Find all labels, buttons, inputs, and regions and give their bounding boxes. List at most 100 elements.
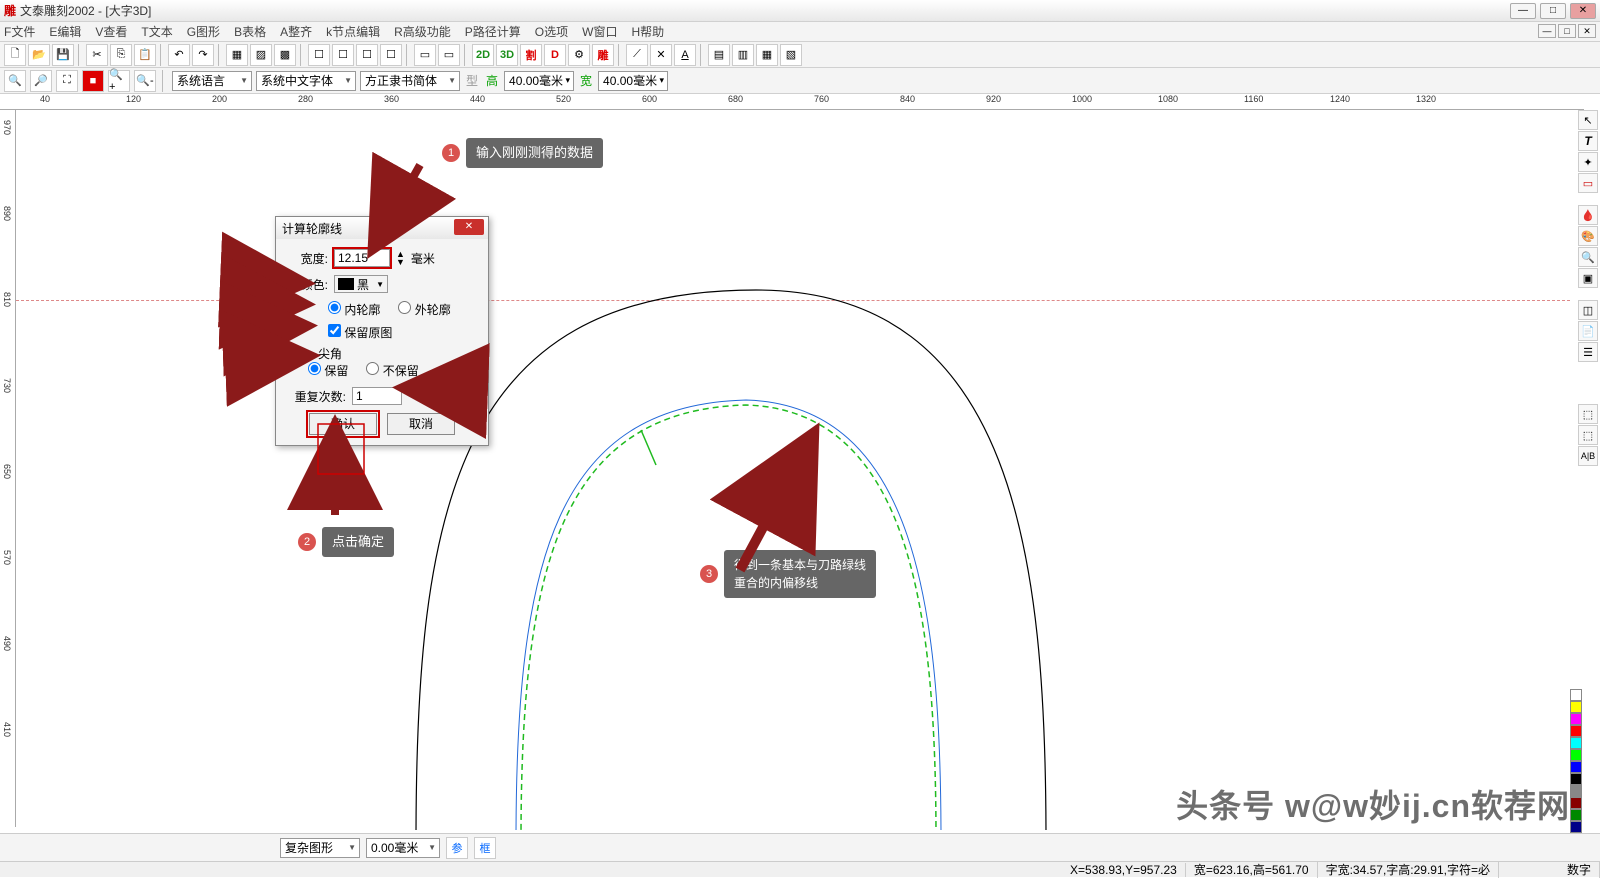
measure-tool[interactable]: ▣	[1578, 268, 1598, 288]
menu-align[interactable]: A整齐	[280, 23, 312, 40]
undo-button[interactable]: ↶	[168, 44, 190, 66]
zoom-fit-button[interactable]: ⛶	[56, 70, 78, 92]
cut-button[interactable]: ✂	[86, 44, 108, 66]
zoom-red-button[interactable]: ■	[82, 70, 104, 92]
menu-view[interactable]: V查看	[95, 23, 127, 40]
zoom-tool[interactable]: 🔍	[1578, 247, 1598, 267]
height-input[interactable]: 40.00毫米	[504, 71, 574, 91]
toggle1-button[interactable]: ☐	[308, 44, 330, 66]
radio-inner[interactable]: 内轮廓	[328, 301, 380, 318]
layers-tool[interactable]: ☰	[1578, 342, 1598, 362]
2d-button[interactable]: 2D	[472, 44, 494, 66]
snap-button[interactable]: ▦	[226, 44, 248, 66]
path3-button[interactable]: A	[674, 44, 696, 66]
dialog-titlebar[interactable]: 计算轮廓线 ✕	[276, 217, 488, 239]
ab-tool[interactable]: A|B	[1578, 446, 1598, 466]
layout4-button[interactable]: ▧	[780, 44, 802, 66]
node-tool[interactable]: ✦	[1578, 152, 1598, 172]
page-tool[interactable]: 📄	[1578, 321, 1598, 341]
menu-options[interactable]: O选项	[535, 23, 568, 40]
font-family-combo[interactable]: 系统中文字体	[256, 71, 356, 91]
close-button[interactable]: ✕	[1570, 3, 1596, 19]
group-tool[interactable]: ⬚	[1578, 404, 1598, 424]
dist-combo[interactable]: 0.00毫米	[366, 838, 440, 858]
menu-edit[interactable]: E编辑	[49, 23, 81, 40]
path1-button[interactable]: ⟋	[626, 44, 648, 66]
maximize-button[interactable]: □	[1540, 3, 1566, 19]
toggle3-button[interactable]: ☐	[356, 44, 378, 66]
keep-original-check[interactable]: 保留原图	[328, 326, 392, 340]
new-button[interactable]: 🗋	[4, 44, 26, 66]
cutpath-button[interactable]: 割	[520, 44, 542, 66]
cancel-button[interactable]: 取消	[387, 413, 455, 435]
snap3-button[interactable]: ▩	[274, 44, 296, 66]
menu-window[interactable]: W窗口	[582, 23, 617, 40]
artwork	[16, 110, 1466, 830]
doc-close-button[interactable]: ✕	[1578, 24, 1596, 38]
toggle4-button[interactable]: ☐	[380, 44, 402, 66]
text-tool[interactable]: T	[1578, 131, 1598, 151]
ok-button[interactable]: 确认	[309, 413, 377, 435]
path2-button[interactable]: ✕	[650, 44, 672, 66]
doc-min-button[interactable]: —	[1538, 24, 1556, 38]
menu-table[interactable]: B表格	[234, 23, 266, 40]
radio-outer[interactable]: 外轮廓	[398, 301, 450, 318]
toggle2-button[interactable]: ☐	[332, 44, 354, 66]
text1-button[interactable]: ▭	[414, 44, 436, 66]
radio-nokeep-corner[interactable]: 不保留	[366, 362, 418, 379]
frame-button[interactable]: 框	[474, 837, 496, 859]
zoom-minus-button[interactable]: 🔍-	[134, 70, 156, 92]
main-toolbar: 🗋 📂 💾 ✂ ⎘ 📋 ↶ ↷ ▦ ▨ ▩ ☐ ☐ ☐ ☐ ▭ ▭ 2D 3D …	[0, 42, 1600, 68]
doc-window-buttons: — □ ✕	[1538, 24, 1596, 38]
path-tool-button[interactable]: ⚙	[568, 44, 590, 66]
3d-button[interactable]: 3D	[496, 44, 518, 66]
menu-file[interactable]: F文件	[4, 23, 35, 40]
menu-help[interactable]: H帮助	[631, 23, 664, 40]
menu-advanced[interactable]: R高级功能	[394, 23, 451, 40]
layout1-button[interactable]: ▤	[708, 44, 730, 66]
layout2-button[interactable]: ▥	[732, 44, 754, 66]
callout-2-text: 点击确定	[322, 527, 394, 557]
menu-graphics[interactable]: G图形	[187, 23, 220, 40]
color-tool[interactable]: 🎨	[1578, 226, 1598, 246]
arrow-tool[interactable]: ↖	[1578, 110, 1598, 130]
repeat-field[interactable]	[352, 387, 402, 405]
menu-node-edit[interactable]: k节点编辑	[326, 23, 380, 40]
height-label: 高	[486, 72, 498, 89]
doc-max-button[interactable]: □	[1558, 24, 1576, 38]
language-combo[interactable]: 系统语言	[172, 71, 252, 91]
color-select[interactable]: 黑	[334, 275, 388, 293]
menu-path-calc[interactable]: P路径计算	[465, 23, 521, 40]
save-button[interactable]: 💾	[52, 44, 74, 66]
rect-tool[interactable]: ▭	[1578, 173, 1598, 193]
zoom-plus-button[interactable]: 🔍+	[108, 70, 130, 92]
open-button[interactable]: 📂	[28, 44, 50, 66]
carve-d-button[interactable]: D	[544, 44, 566, 66]
ungroup-tool[interactable]: ⬚	[1578, 425, 1598, 445]
fill-tool[interactable]: 🩸	[1578, 205, 1598, 225]
radio-keep-corner[interactable]: 保留	[308, 362, 348, 379]
paste-button[interactable]: 📋	[134, 44, 156, 66]
copy-button[interactable]: ⎘	[110, 44, 132, 66]
snap2-button[interactable]: ▨	[250, 44, 272, 66]
text2-button[interactable]: ▭	[438, 44, 460, 66]
flip-tool[interactable]: ◫	[1578, 300, 1598, 320]
shape-combo[interactable]: 复杂图形	[280, 838, 360, 858]
menu-text[interactable]: T文本	[141, 23, 172, 40]
zoom-in-button[interactable]: 🔍	[4, 70, 26, 92]
param-button[interactable]: 参	[446, 837, 468, 859]
carve-button[interactable]: 雕	[592, 44, 614, 66]
width-input[interactable]: 40.00毫米	[598, 71, 668, 91]
width-field[interactable]	[334, 249, 390, 267]
dialog-close-button[interactable]: ✕	[454, 219, 484, 235]
bottom-toolbar: 复杂图形 0.00毫米 参 框	[0, 833, 1600, 861]
redo-button[interactable]: ↷	[192, 44, 214, 66]
canvas[interactable]	[16, 110, 1570, 827]
color-field-label: 颜色:	[288, 276, 328, 293]
zoom-out-button[interactable]: 🔎	[30, 70, 52, 92]
callout-1-text: 输入刚刚测得的数据	[466, 138, 603, 168]
font-style-combo[interactable]: 方正隶书简体	[360, 71, 460, 91]
minimize-button[interactable]: —	[1510, 3, 1536, 19]
color-palette[interactable]	[1570, 689, 1582, 833]
layout3-button[interactable]: ▦	[756, 44, 778, 66]
